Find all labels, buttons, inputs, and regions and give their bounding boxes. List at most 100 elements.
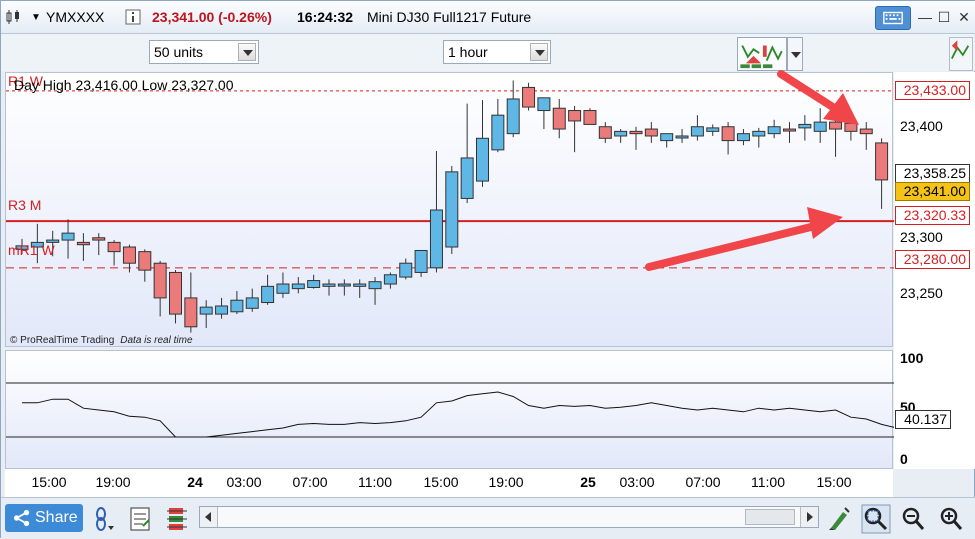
osc-tick: 0 bbox=[900, 451, 908, 467]
scroll-right-button[interactable] bbox=[800, 507, 818, 527]
candle-body bbox=[245, 297, 259, 309]
osc-value-box: 40.137 bbox=[895, 410, 951, 429]
price-tick: 23,300 bbox=[900, 229, 943, 245]
units-select[interactable]: 50 units bbox=[149, 40, 259, 64]
side-panel-toggle[interactable] bbox=[949, 37, 973, 71]
candle-body bbox=[353, 283, 367, 287]
indicator-side-icon bbox=[951, 40, 970, 59]
candle-body bbox=[169, 271, 182, 315]
keyboard-button[interactable] bbox=[875, 6, 911, 30]
chevron-down-icon[interactable]: ▼ bbox=[31, 12, 41, 23]
candle-body bbox=[660, 133, 674, 142]
price-box: 23,358.25 bbox=[895, 164, 970, 183]
minimize-button[interactable]: — bbox=[915, 8, 935, 26]
candle-body bbox=[859, 128, 873, 135]
candle-body bbox=[261, 285, 275, 304]
zoom-select-icon[interactable] bbox=[861, 504, 891, 534]
oscillator-line bbox=[22, 391, 894, 438]
credit-text: © ProRealTime Trading bbox=[10, 335, 115, 346]
candle-body bbox=[383, 274, 397, 285]
candle-body bbox=[813, 121, 827, 132]
candle-body bbox=[583, 110, 597, 125]
candle-body bbox=[414, 249, 428, 273]
share-button[interactable]: Share bbox=[5, 504, 83, 532]
day-high-low: Day High 23,416.00 Low 23,327.00 bbox=[14, 77, 234, 93]
time-tick: 03:00 bbox=[619, 474, 655, 490]
candle-body bbox=[107, 241, 121, 253]
credit-note: Data is real time bbox=[120, 335, 193, 346]
price-axis[interactable]: 23,433.00 23,400 23,358.25 23,341.00 23,… bbox=[894, 72, 975, 469]
interval-select-value: 1 hour bbox=[448, 44, 488, 60]
r1w-price-box: 23,433.00 bbox=[895, 81, 970, 100]
candle-body bbox=[122, 246, 136, 264]
bottom-toolbar: Share bbox=[1, 497, 975, 539]
instrument-name: Mini DJ30 Full1217 Future bbox=[367, 9, 532, 25]
scroll-left-button[interactable] bbox=[200, 507, 218, 527]
candle-body bbox=[629, 130, 643, 135]
zoom-out-icon[interactable] bbox=[901, 506, 925, 532]
price-change: 23,341.00 (-0.26%) bbox=[152, 9, 272, 25]
candle-body bbox=[215, 305, 229, 315]
draw-tools-icon[interactable] bbox=[827, 506, 851, 532]
candle-body bbox=[675, 135, 689, 139]
layout-icon[interactable] bbox=[165, 506, 189, 532]
candle-body bbox=[598, 126, 612, 139]
candle-body bbox=[138, 251, 152, 271]
maximize-button[interactable]: ☐ bbox=[934, 8, 954, 26]
candle-body bbox=[783, 128, 796, 132]
template-icon[interactable] bbox=[129, 506, 153, 532]
time-tick: 11:00 bbox=[751, 474, 785, 490]
candle-body bbox=[92, 237, 106, 241]
info-icon[interactable] bbox=[125, 9, 141, 25]
time-tick: 03:00 bbox=[226, 474, 262, 490]
clock-time: 16:24:32 bbox=[297, 9, 354, 25]
indicator-icon bbox=[740, 45, 783, 69]
candle-body bbox=[568, 110, 582, 122]
time-axis[interactable]: 15:00 19:00 24 03:00 07:00 11:00 15:00 1… bbox=[5, 469, 893, 497]
price-tick: 23,250 bbox=[900, 285, 943, 301]
candle-body bbox=[875, 142, 889, 181]
interval-select[interactable]: 1 hour bbox=[443, 40, 551, 64]
symbol-label[interactable]: YMXXXX bbox=[46, 9, 104, 25]
candle-body bbox=[829, 121, 843, 130]
link-icon[interactable] bbox=[93, 506, 117, 532]
candle-body bbox=[337, 283, 351, 287]
time-tick: 19:00 bbox=[95, 474, 131, 490]
platform-window: ▼ YMXXXX 23,341.00 (-0.26%) 16:24:32 Min… bbox=[0, 0, 975, 539]
date-tick: 25 bbox=[580, 474, 596, 490]
scroll-thumb[interactable] bbox=[745, 509, 795, 525]
time-tick: 11:00 bbox=[358, 474, 392, 490]
share-icon bbox=[13, 509, 30, 527]
share-button-label: Share bbox=[35, 509, 78, 526]
candle-body bbox=[552, 107, 566, 130]
candle-body bbox=[429, 209, 443, 269]
candle-body bbox=[690, 126, 704, 137]
price-chart-panel[interactable]: R1 W Day High 23,416.00 Low 23,327.00 R3… bbox=[5, 72, 894, 347]
price-tick: 23,400 bbox=[900, 118, 943, 134]
time-tick: 15:00 bbox=[423, 474, 459, 490]
candle-body bbox=[721, 126, 735, 142]
candle-body bbox=[752, 130, 766, 137]
candle-body bbox=[767, 126, 781, 135]
indicator-menu-button[interactable] bbox=[787, 37, 803, 71]
r3m-price-box: 23,320.33 bbox=[895, 206, 970, 225]
candle-body bbox=[798, 123, 812, 129]
close-button[interactable]: ✕ bbox=[954, 8, 974, 26]
add-indicator-button[interactable] bbox=[737, 37, 787, 71]
candle-body bbox=[476, 137, 489, 182]
candle-body bbox=[491, 114, 505, 151]
price-chart-svg bbox=[6, 80, 894, 333]
current-price-box: 23,341.00 bbox=[895, 182, 970, 201]
time-tick: 19:00 bbox=[488, 474, 524, 490]
oscillator-panel[interactable] bbox=[5, 350, 894, 469]
chart-toolbar: 50 units 1 hour bbox=[1, 34, 975, 71]
horizontal-scrollbar[interactable] bbox=[199, 506, 819, 528]
zoom-in-icon[interactable] bbox=[939, 506, 963, 532]
data-source-credit: © ProRealTime Trading Data is real time bbox=[10, 335, 193, 346]
candle-body bbox=[322, 283, 336, 287]
candle-body bbox=[230, 299, 244, 313]
candle-body bbox=[460, 157, 474, 199]
chart-type-icon[interactable] bbox=[5, 9, 21, 25]
candle-body bbox=[399, 262, 413, 278]
mr1w-level-label: mR1 W bbox=[8, 242, 55, 258]
